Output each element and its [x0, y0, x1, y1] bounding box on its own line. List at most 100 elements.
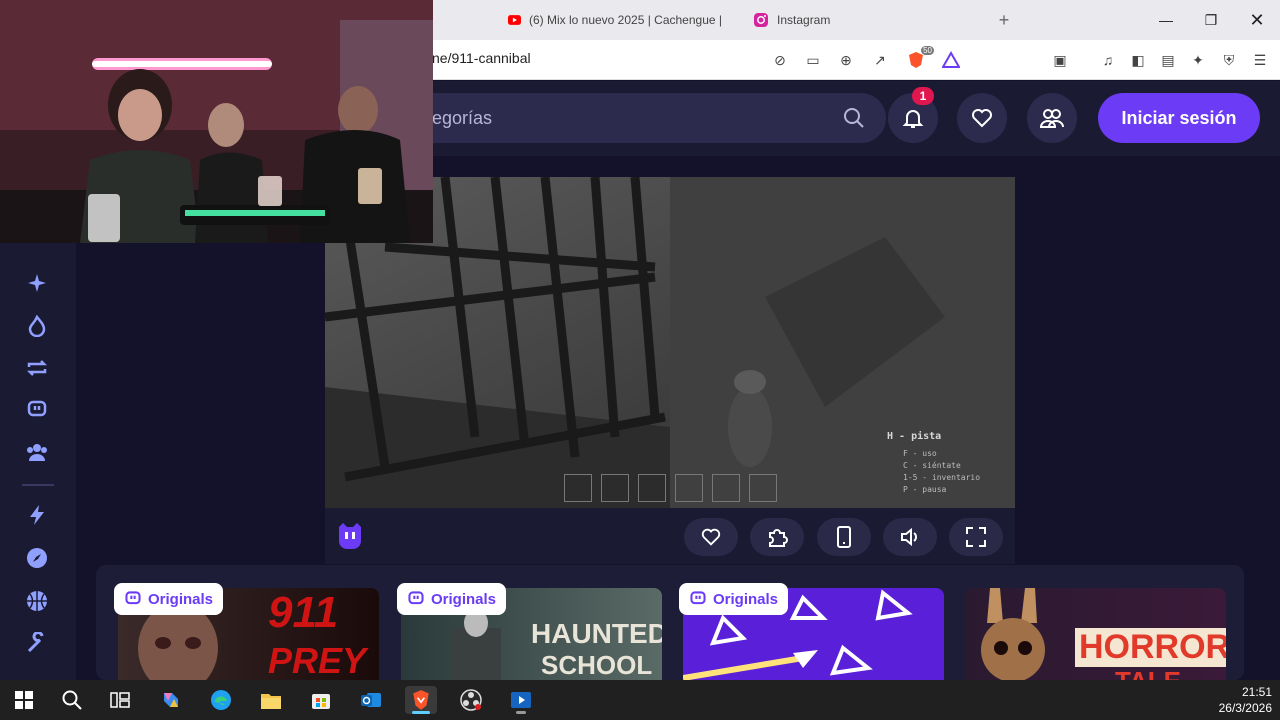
originals-badge: Originals	[679, 583, 789, 615]
favorites-button[interactable]	[957, 93, 1007, 143]
refresh-icon[interactable]	[24, 355, 50, 381]
card-subtitle: TALE	[1115, 666, 1181, 680]
mobile-button[interactable]	[817, 518, 871, 556]
bell-icon	[902, 110, 924, 128]
theater-mode-button[interactable]	[883, 518, 937, 556]
compass-icon[interactable]	[24, 545, 50, 571]
search-icon[interactable]	[56, 686, 88, 714]
fullscreen-icon	[966, 527, 986, 547]
tab-youtube[interactable]: (6) Mix lo nuevo 2025 | Cachengue |	[508, 8, 722, 32]
card-title: HORROR	[1075, 628, 1226, 667]
tab-instagram-title: Instagram	[777, 13, 831, 27]
clock-date: 26/3/2026	[1218, 701, 1272, 715]
twitch-icon	[125, 591, 141, 605]
hint-line: F - uso	[903, 449, 937, 458]
tab-youtube-title: (6) Mix lo nuevo 2025 | Cachengue |	[528, 13, 722, 27]
sound-icon	[901, 527, 917, 547]
instagram-icon	[754, 13, 768, 27]
search-input[interactable]: egorías	[360, 93, 886, 143]
active-indicator	[516, 711, 526, 714]
menu-icon[interactable]: ☰	[1250, 50, 1270, 70]
new-tab-button[interactable]: +	[992, 8, 1016, 32]
embed-button[interactable]	[750, 518, 804, 556]
badge-label: Originals	[148, 590, 214, 608]
login-button[interactable]: Iniciar sesión	[1098, 93, 1260, 143]
basketball-icon[interactable]	[24, 588, 50, 614]
search-placeholder: egorías	[432, 108, 493, 128]
heart-icon	[701, 528, 721, 546]
clock-time: 21:51	[1241, 685, 1272, 699]
inventory-slot	[638, 474, 666, 502]
inventory-slot	[675, 474, 703, 502]
originals-badge: Originals	[397, 583, 507, 615]
sidebar-toggle-icon[interactable]: ◧	[1128, 50, 1148, 70]
zoom-icon[interactable]: ⊕	[836, 50, 856, 70]
inventory-slot	[564, 474, 592, 502]
group-icon[interactable]	[24, 439, 50, 465]
friends-icon	[1039, 109, 1064, 128]
notification-badge: 1	[912, 87, 934, 105]
phone-icon	[837, 526, 851, 548]
inventory-slot	[601, 474, 629, 502]
maximize-button[interactable]: ❐	[1199, 8, 1223, 32]
puzzle-icon	[769, 529, 788, 547]
media-icon[interactable]: ♫	[1098, 50, 1118, 70]
outlook-icon[interactable]	[355, 686, 387, 714]
twitch-icon[interactable]	[24, 397, 50, 423]
sidebar-divider	[22, 484, 54, 486]
card-title: HAUNTED	[531, 618, 662, 649]
twitch-icon	[408, 591, 424, 605]
like-game-button[interactable]	[684, 518, 738, 556]
bolt-icon[interactable]	[24, 502, 50, 528]
store-icon[interactable]	[305, 686, 337, 714]
task-view-icon[interactable]	[104, 686, 136, 714]
reader-mode-icon[interactable]: ▣	[1050, 50, 1070, 70]
tab-instagram[interactable]: Instagram	[753, 8, 953, 32]
flame-icon[interactable]	[24, 313, 50, 339]
inventory-slot	[712, 474, 740, 502]
brave-icon[interactable]	[405, 686, 437, 714]
active-indicator	[412, 711, 430, 714]
no-translate-icon[interactable]: ⊘	[770, 50, 790, 70]
card-subtitle: PREY	[268, 640, 367, 680]
heart-icon	[972, 109, 992, 128]
site-logo-icon[interactable]	[335, 521, 365, 551]
star-sparkle-icon[interactable]	[24, 270, 50, 296]
url-field[interactable]: ne/911-cannibal	[432, 50, 531, 66]
brave-badge: 50	[921, 46, 934, 55]
windows-start-icon[interactable]	[8, 686, 40, 714]
cast-icon[interactable]: ▭	[803, 50, 823, 70]
webcam-overlay	[0, 0, 433, 243]
friends-button[interactable]	[1027, 93, 1077, 143]
close-window-button[interactable]: ✕	[1245, 8, 1269, 32]
twitch-icon	[690, 591, 706, 605]
taskbar: 21:51 26/3/2026	[0, 680, 1280, 720]
obs-icon[interactable]	[455, 686, 487, 714]
edge-icon[interactable]	[205, 686, 237, 714]
vpn-shield-icon[interactable]: ⛨	[1219, 50, 1239, 70]
brave-rewards-icon[interactable]	[941, 50, 961, 70]
search-icon[interactable]	[842, 106, 866, 130]
game-control-bar	[325, 508, 1015, 564]
hint-line: C - siéntate	[903, 461, 961, 470]
youtube-icon	[508, 15, 521, 25]
copilot-icon[interactable]	[155, 686, 187, 714]
wallet-icon[interactable]: ▤	[1158, 50, 1178, 70]
stick-icon[interactable]	[24, 630, 50, 656]
hint-line: P - pausa	[903, 485, 947, 494]
notifications-button[interactable]: 1	[888, 87, 938, 143]
video-app-icon[interactable]	[505, 686, 537, 714]
brave-shield-icon[interactable]: 50	[906, 46, 934, 70]
originals-badge: Originals	[114, 583, 224, 615]
card-subtitle: SCHOOL	[541, 650, 653, 680]
fullscreen-button[interactable]	[949, 518, 1003, 556]
share-icon[interactable]: ↗	[870, 50, 890, 70]
system-clock[interactable]: 21:51 26/3/2026	[1219, 684, 1272, 716]
minimize-button[interactable]: —	[1154, 8, 1178, 32]
hint-title: H - pista	[887, 431, 942, 442]
game-card[interactable]: HORROR TALE	[965, 588, 1226, 680]
card-title: 911	[268, 588, 339, 637]
file-explorer-icon[interactable]	[255, 686, 287, 714]
controls-hint: H - pista F - uso C - siéntate 1-5 - inv…	[887, 431, 980, 496]
leo-ai-icon[interactable]: ✦	[1188, 50, 1208, 70]
